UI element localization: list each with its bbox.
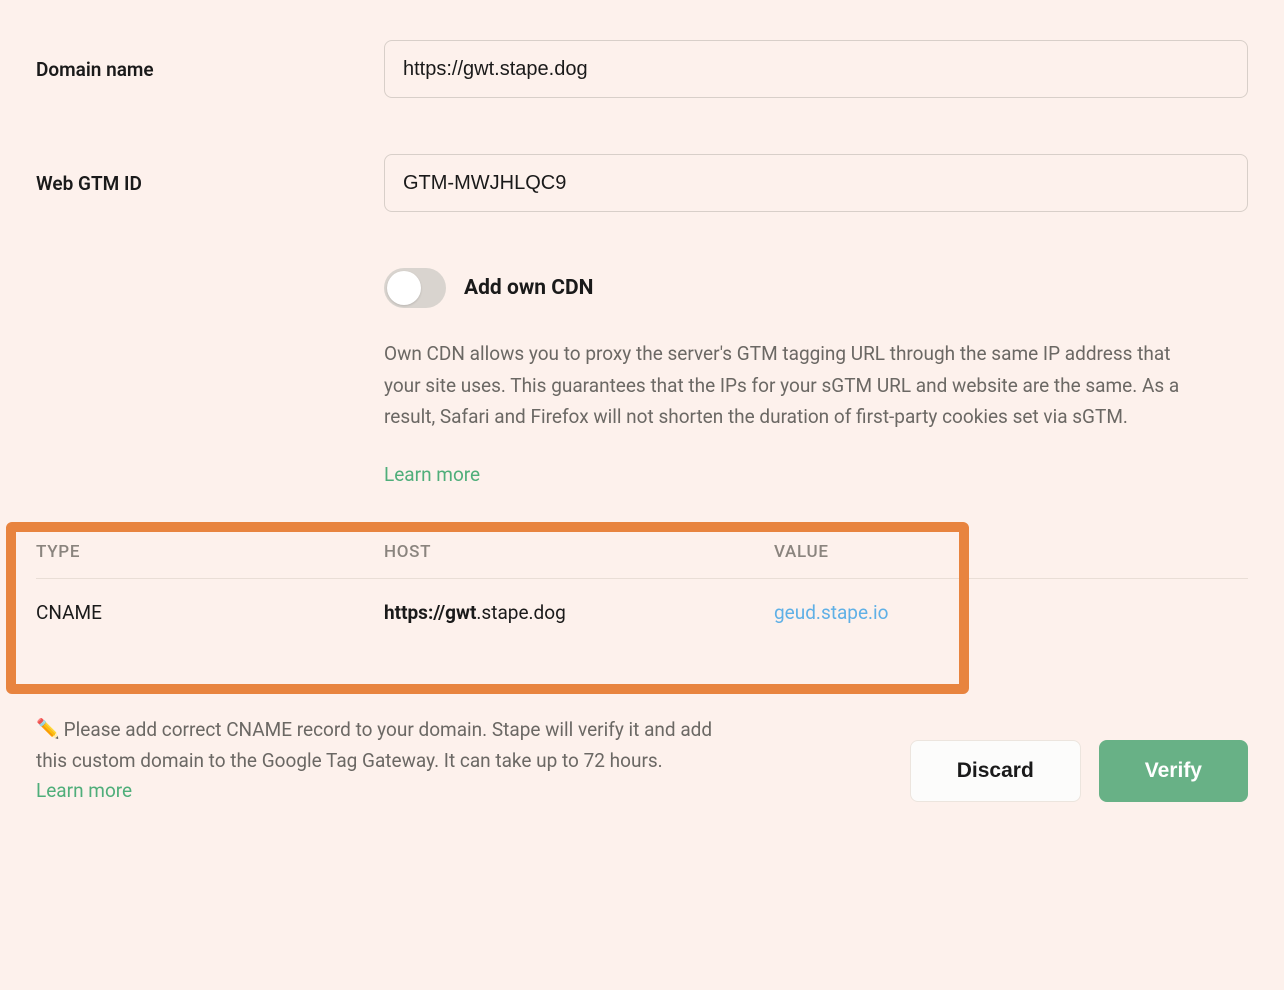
table-header-host: HOST [384, 542, 774, 579]
web-gtm-id-label: Web GTM ID [36, 172, 384, 195]
web-gtm-id-input[interactable] [384, 154, 1248, 212]
verify-button[interactable]: Verify [1099, 740, 1248, 802]
cname-instruction-body: Please add correct CNAME record to your … [36, 718, 712, 773]
pencil-icon: ✏️ [36, 713, 60, 745]
host-bold-part: https://gwt [384, 601, 476, 624]
own-cdn-toggle[interactable] [384, 268, 446, 308]
toggle-knob [387, 271, 421, 305]
learn-more-link-footer[interactable]: Learn more [36, 779, 132, 802]
domain-name-input[interactable] [384, 40, 1248, 98]
cname-instruction-text: ✏️Please add correct CNAME record to you… [36, 714, 716, 777]
learn-more-link-cdn[interactable]: Learn more [384, 463, 480, 486]
host-rest-part: .stape.dog [476, 601, 565, 624]
table-row: CNAME https://gwt.stape.dog geud.stape.i… [36, 578, 1248, 624]
record-host-cell: https://gwt.stape.dog [384, 578, 774, 624]
own-cdn-description: Own CDN allows you to proxy the server's… [384, 338, 1204, 433]
record-value-link[interactable]: geud.stape.io [774, 601, 889, 624]
dns-records-table: TYPE HOST VALUE CNAME https://gwt.stape.… [36, 542, 1248, 624]
table-header-value: VALUE [774, 542, 1248, 579]
record-type-cell: CNAME [36, 578, 384, 624]
table-header-type: TYPE [36, 542, 384, 579]
discard-button[interactable]: Discard [910, 740, 1081, 802]
domain-name-label: Domain name [36, 58, 384, 81]
own-cdn-toggle-label: Add own CDN [464, 276, 593, 300]
